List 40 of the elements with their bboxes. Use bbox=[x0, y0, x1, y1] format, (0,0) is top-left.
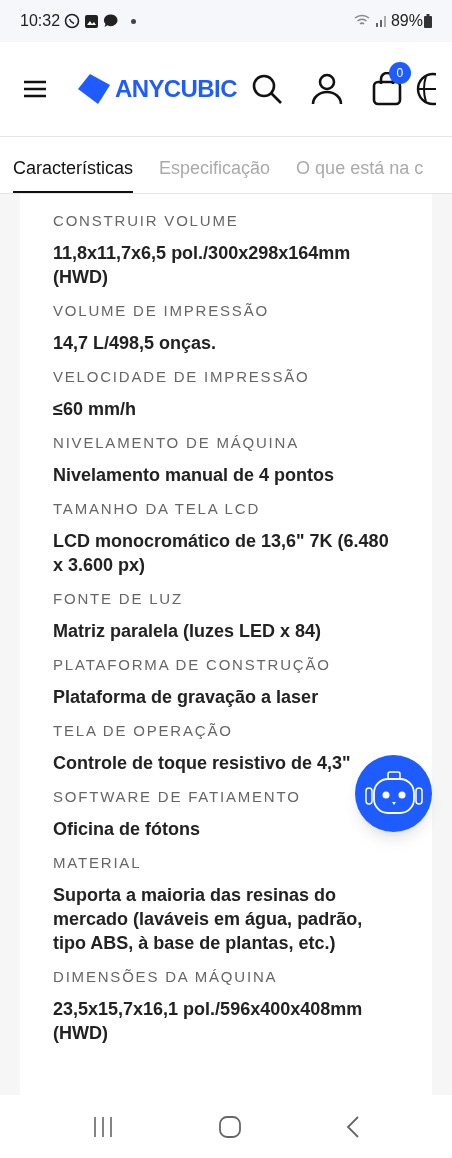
spec-label: TELA DE OPERAÇÃO bbox=[53, 721, 234, 741]
status-time: 10:32 bbox=[20, 11, 61, 31]
search-icon[interactable] bbox=[250, 73, 283, 105]
spec-label: CONSTRUIR VOLUME bbox=[53, 211, 240, 231]
globe-icon[interactable] bbox=[415, 72, 436, 106]
account-icon[interactable] bbox=[310, 73, 343, 105]
spec-label: VELOCIDADE DE IMPRESSÃO bbox=[53, 367, 311, 387]
spec-value: Suporta a maioria das resinas do mercado (laváveis em água, padrão, tipo ABS, à base de plantas, etc.) bbox=[53, 884, 364, 955]
logo-icon bbox=[77, 73, 111, 105]
cart-count-badge: 0 bbox=[388, 62, 411, 84]
signal-icon bbox=[374, 15, 387, 27]
brand-logo[interactable]: ANYCUBIC bbox=[115, 71, 237, 107]
spec-value: LCD monocromático de 13,6" 7K (6.480 x 3.600 px) bbox=[53, 530, 390, 577]
wifi-icon bbox=[353, 14, 372, 28]
battery-icon bbox=[424, 14, 432, 28]
menu-icon[interactable] bbox=[24, 80, 46, 98]
spec-value: Controle de toque resistivo de 4,3" bbox=[53, 752, 352, 775]
spec-value: 14,7 L/498,5 onças. bbox=[53, 332, 218, 355]
spec-value: Oficina de fótons bbox=[53, 818, 201, 841]
spec-label: SOFTWARE DE FATIAMENTO bbox=[53, 787, 302, 807]
battery-percent: 89% bbox=[390, 11, 423, 31]
dot-icon bbox=[131, 18, 137, 24]
spec-label: TAMANHO DA TELA LCD bbox=[53, 499, 262, 519]
spec-label: VOLUME DE IMPRESSÃO bbox=[53, 301, 270, 321]
spec-label: PLATAFORMA DE CONSTRUÇÃO bbox=[53, 655, 332, 675]
image-icon bbox=[84, 13, 100, 29]
spec-label: DIMENSÕES DA MÁQUINA bbox=[53, 967, 279, 987]
spec-label: FONTE DE LUZ bbox=[53, 589, 184, 609]
spec-value: ≤60 mm/h bbox=[53, 398, 137, 421]
spec-label: MATERIAL bbox=[53, 853, 143, 873]
spec-value: Nivelamento manual de 4 pontos bbox=[53, 464, 336, 487]
spec-value: 11,8x11,7x6,5 pol./300x298x164mm (HWD) bbox=[53, 242, 352, 289]
spec-value: Plataforma de gravação a laser bbox=[53, 686, 320, 709]
recent-apps-icon[interactable] bbox=[92, 1116, 115, 1137]
spec-label: NIVELAMENTO DE MÁQUINA bbox=[53, 433, 301, 453]
home-icon[interactable] bbox=[219, 1115, 241, 1138]
back-icon[interactable] bbox=[345, 1115, 360, 1138]
message-icon bbox=[103, 13, 120, 29]
spec-value: Matriz paralela (luzes LED x 84) bbox=[53, 620, 323, 643]
spec-value: 23,5x15,7x16,1 pol./596x400x408mm (HWD) bbox=[53, 998, 364, 1045]
